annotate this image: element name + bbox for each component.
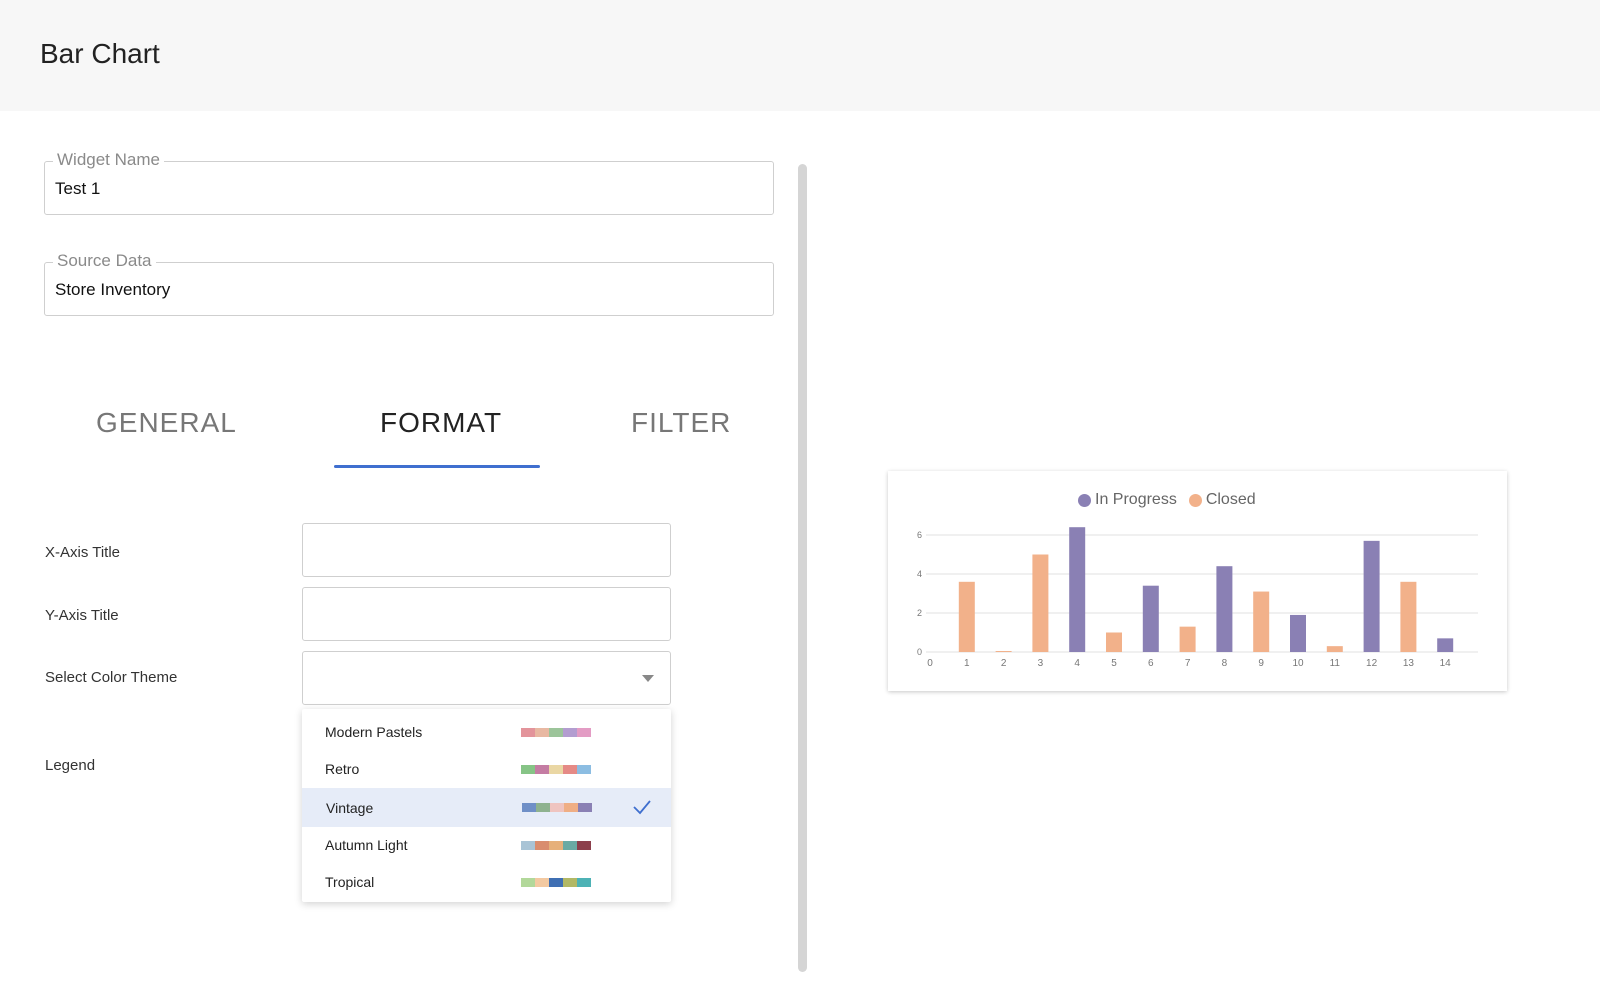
y-tick-label: 6 xyxy=(917,530,922,540)
x-tick-label: 0 xyxy=(927,658,933,669)
x-tick-label: 13 xyxy=(1403,658,1415,669)
source-data-value: Store Inventory xyxy=(55,280,171,299)
color-swatch xyxy=(577,841,591,850)
color-swatch xyxy=(535,841,549,850)
active-tab-indicator xyxy=(334,465,540,468)
xaxis-title-input[interactable] xyxy=(302,523,671,577)
x-tick-label: 4 xyxy=(1074,658,1080,669)
x-tick-label: 6 xyxy=(1148,658,1154,669)
legend-label: Legend xyxy=(45,757,96,774)
check-icon xyxy=(633,800,651,815)
theme-swatches xyxy=(521,765,591,774)
theme-swatches xyxy=(522,803,592,812)
theme-swatches xyxy=(521,841,591,850)
theme-option-label: Modern Pastels xyxy=(325,724,423,740)
color-swatch xyxy=(563,728,577,737)
color-swatch xyxy=(535,765,549,774)
bar xyxy=(1142,585,1159,652)
x-tick-label: 3 xyxy=(1038,658,1044,669)
theme-option-label: Retro xyxy=(325,761,360,777)
color-swatch xyxy=(521,878,535,887)
bar xyxy=(1253,591,1270,652)
widget-name-value: Test 1 xyxy=(55,179,101,198)
x-tick-label: 11 xyxy=(1330,658,1341,669)
color-swatch xyxy=(564,803,578,812)
color-swatch xyxy=(549,728,563,737)
color-swatch xyxy=(522,803,536,812)
color-swatch xyxy=(577,728,591,737)
x-tick-label: 10 xyxy=(1292,658,1304,669)
caret-down-icon xyxy=(642,675,654,682)
x-tick-label: 1 xyxy=(964,658,970,669)
color-swatch xyxy=(550,803,564,812)
bar xyxy=(1400,581,1417,652)
tab-format[interactable]: FORMAT xyxy=(380,407,502,439)
y-tick-label: 0 xyxy=(917,647,922,657)
color-swatch xyxy=(563,841,577,850)
color-swatch xyxy=(577,765,591,774)
theme-option-modern-pastels[interactable]: Modern Pastels xyxy=(302,714,671,750)
theme-option-label: Tropical xyxy=(325,874,375,890)
theme-option-tropical[interactable]: Tropical xyxy=(302,864,671,900)
bar-chart-svg: 02460 1 2 3 4 5 6 7 8 9 10 11 12 13 14 xyxy=(917,527,1478,669)
color-swatch xyxy=(549,878,563,887)
color-swatch xyxy=(563,765,577,774)
color-swatch xyxy=(535,728,549,737)
bar xyxy=(1326,646,1343,652)
bar xyxy=(1106,632,1122,652)
source-data-label: Source Data xyxy=(53,251,156,271)
source-data-field[interactable]: Source Data Store Inventory xyxy=(44,251,774,316)
x-tick-label: 8 xyxy=(1222,658,1228,669)
color-swatch xyxy=(577,878,591,887)
color-swatch xyxy=(521,765,535,774)
widget-name-field[interactable]: Widget Name Test 1 xyxy=(44,150,774,215)
bar xyxy=(1032,554,1049,652)
color-swatch xyxy=(521,841,535,850)
panel-scrollbar[interactable] xyxy=(798,164,807,972)
x-tick-label: 14 xyxy=(1440,658,1452,669)
x-tick-label: 7 xyxy=(1185,658,1191,669)
color-theme-dropdown: Modern Pastels Retro Vintage Autumn Ligh… xyxy=(302,709,671,902)
color-swatch xyxy=(563,878,577,887)
y-tick-label: 2 xyxy=(917,608,922,618)
theme-option-autumn-light[interactable]: Autumn Light xyxy=(302,827,671,863)
theme-swatches xyxy=(521,878,591,887)
color-theme-label: Select Color Theme xyxy=(45,669,178,686)
theme-option-retro[interactable]: Retro xyxy=(302,751,671,787)
color-swatch xyxy=(536,803,550,812)
bar xyxy=(958,581,975,652)
bar xyxy=(1363,540,1380,652)
bar xyxy=(1216,566,1233,652)
bar xyxy=(1069,527,1086,652)
color-swatch xyxy=(549,841,563,850)
color-swatch xyxy=(578,803,592,812)
y-tick-label: 4 xyxy=(917,569,922,579)
page-title: Bar Chart xyxy=(40,38,160,69)
color-theme-select[interactable] xyxy=(302,651,671,705)
x-tick-label: 5 xyxy=(1111,658,1117,669)
color-swatch xyxy=(549,765,563,774)
chart-preview: In Progress Closed 0 2 4 6 0 1 2 3 4 5 6 7 8 9 10 11 12 1… xyxy=(888,471,1507,691)
bar xyxy=(1290,614,1306,652)
x-tick-label: 12 xyxy=(1366,658,1378,669)
widget-name-label: Widget Name xyxy=(53,150,164,170)
x-tick-label: 9 xyxy=(1258,658,1264,669)
theme-swatches xyxy=(521,728,591,737)
xaxis-title-label: X-Axis Title xyxy=(45,544,121,561)
bar xyxy=(1437,638,1454,652)
theme-option-label: Autumn Light xyxy=(325,837,408,853)
tab-filter[interactable]: FILTER xyxy=(631,407,731,439)
bar xyxy=(995,651,1012,652)
theme-option-vintage[interactable]: Vintage xyxy=(302,788,671,827)
app-header: Bar Chart xyxy=(0,0,1600,111)
theme-option-label: Vintage xyxy=(326,800,374,816)
bar xyxy=(1179,626,1196,652)
color-swatch xyxy=(521,728,535,737)
color-swatch xyxy=(535,878,549,887)
x-tick-label: 2 xyxy=(1001,658,1007,669)
yaxis-title-label: Y-Axis Title xyxy=(45,607,119,624)
yaxis-title-input[interactable] xyxy=(302,587,671,641)
tab-general[interactable]: GENERAL xyxy=(96,407,237,439)
